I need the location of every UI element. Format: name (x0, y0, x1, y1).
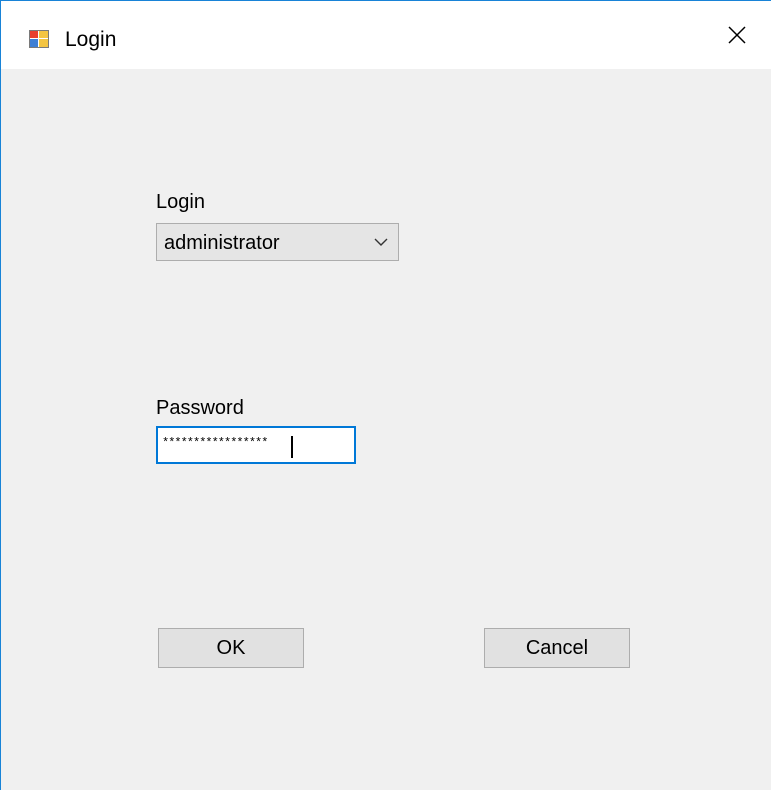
text-caret (291, 436, 293, 458)
login-dropdown[interactable]: administrator (156, 223, 399, 261)
close-icon (728, 26, 746, 44)
title-bar[interactable]: Login (1, 1, 771, 69)
ok-button[interactable]: OK (158, 628, 304, 668)
login-label: Login (156, 191, 205, 213)
login-window: Login Login administrator Password *****… (0, 0, 771, 790)
form-body (1, 69, 771, 790)
app-icon (29, 30, 49, 48)
cancel-button[interactable]: Cancel (484, 628, 630, 668)
password-field[interactable]: ***************** (156, 426, 356, 464)
close-button[interactable] (703, 1, 771, 69)
login-selected-value: administrator (164, 232, 280, 254)
password-masked-value: ***************** (162, 436, 268, 450)
password-label: Password (156, 397, 244, 419)
chevron-down-icon (374, 238, 388, 246)
window-title: Login (65, 28, 117, 51)
